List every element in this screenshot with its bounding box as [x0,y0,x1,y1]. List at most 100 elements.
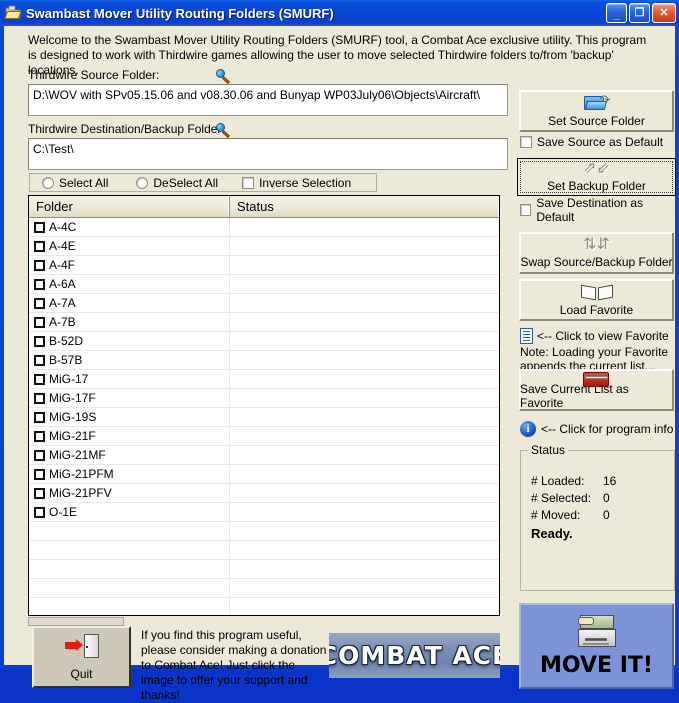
view-favorite-link[interactable]: <-- Click to view Favorite [520,328,669,344]
list-header: Folder Status [29,196,499,218]
table-row[interactable]: A-4E [29,237,499,256]
maximize-button[interactable]: ❐ [629,3,650,23]
save-source-as-default-checkbox[interactable]: Save Source as Default [520,135,663,149]
row-checkbox[interactable] [34,430,45,442]
horizontal-scrollbar[interactable] [28,617,124,626]
folder-list[interactable]: Folder Status A-4C A-4E A-4F A-6A A-7A A-7B B-… [28,195,500,616]
row-checkbox[interactable] [34,259,45,271]
cell-status [230,370,499,388]
folder-icon [4,4,22,22]
magnifier-icon[interactable] [216,69,231,84]
cell-status [230,484,499,502]
select-all-label: Select All [59,175,109,190]
table-row[interactable]: MiG-21PFM [29,465,499,484]
row-checkbox[interactable] [34,392,45,404]
save-destination-as-default-checkbox[interactable]: Save Destination as Default [520,196,675,224]
maximize-icon: ❐ [634,6,645,19]
table-row[interactable]: B-52D [29,332,499,351]
cell-folder: A-4F [29,256,230,274]
magnifier-handle [221,76,230,84]
row-checkbox[interactable] [34,449,45,461]
table-row[interactable]: A-4C [29,218,499,237]
set-backup-folder-button[interactable]: ⇗⇙ Set Backup Folder [517,158,676,196]
cell-status [230,598,499,615]
set-source-folder-button[interactable]: ↷ Set Source Folder [519,90,674,132]
table-row[interactable]: MiG-19S [29,408,499,427]
cell-folder: MiG-17F [29,389,230,407]
info-icon[interactable]: i [520,421,536,437]
cell-folder: MiG-21PFM [29,465,230,483]
swap-source-backup-button[interactable]: ⇅⇵ Swap Source/Backup Folder [519,232,674,274]
load-favorite-button[interactable]: Load Favorite [519,279,674,321]
table-row[interactable]: O-1E [29,503,499,522]
row-checkbox[interactable] [34,240,45,252]
double-swap-arrows-icon: ⇅⇵ [583,236,610,253]
table-row[interactable]: A-7A [29,294,499,313]
folder-name: A-7B [49,315,76,329]
save-favorite-button[interactable]: Save Current List as Favorite [519,369,674,411]
move-it-label: MOVE IT! [540,652,653,678]
file-box-icon [576,614,618,647]
table-row[interactable]: A-6A [29,275,499,294]
row-checkbox[interactable] [34,411,45,423]
row-checkbox[interactable] [34,221,45,233]
table-row[interactable]: MiG-21MF [29,446,499,465]
cell-status [230,465,499,483]
table-row-empty [29,541,499,560]
moved-label: # Moved: [531,508,581,522]
deselect-all-label: DeSelect All [153,175,219,190]
folder-name: B-52D [49,334,84,348]
table-row[interactable]: A-7B [29,313,499,332]
column-header-folder[interactable]: Folder [29,196,230,217]
table-row-empty [29,560,499,579]
table-row[interactable]: B-57B [29,351,499,370]
folder-name: MiG-21MF [49,448,106,462]
list-rows: A-4C A-4E A-4F A-6A A-7A A-7B B-52D B-57B MiG-17… [29,218,499,615]
cell-status [230,522,499,540]
column-header-status[interactable]: Status [230,196,499,217]
deselect-all-radio[interactable]: DeSelect All [136,176,218,190]
cell-folder [29,579,230,597]
table-row-empty [29,579,499,598]
close-button[interactable]: ✕ [652,3,676,23]
table-row[interactable]: A-4F [29,256,499,275]
select-all-radio[interactable]: Select All [42,176,108,190]
cell-folder: A-4E [29,237,230,255]
quit-button[interactable]: Quit [32,626,131,688]
save-destination-as-default-label: Save Destination as Default [536,196,644,224]
row-checkbox[interactable] [34,335,45,347]
document-icon[interactable] [520,328,533,344]
destination-folder-input[interactable]: C:\Test\ [28,138,508,170]
move-it-button[interactable]: MOVE IT! [519,603,674,689]
title-bar: Swambast Mover Utility Routing Folders (… [0,0,679,26]
magnifier-icon[interactable] [216,123,231,138]
folder-name: MiG-17 [49,372,89,386]
table-row[interactable]: MiG-17F [29,389,499,408]
cell-folder: A-6A [29,275,230,293]
folder-name: MiG-21PFM [49,467,114,481]
selected-label: # Selected: [531,491,592,505]
cell-status [230,389,499,407]
row-checkbox[interactable] [34,297,45,309]
combat-ace-banner[interactable]: COMBAT ACE [329,633,500,678]
row-checkbox[interactable] [34,487,45,499]
table-row[interactable]: MiG-21F [29,427,499,446]
program-info-label: <-- Click for program info [541,422,674,436]
row-checkbox[interactable] [34,373,45,385]
row-checkbox[interactable] [34,468,45,480]
table-row[interactable]: MiG-21PFV [29,484,499,503]
folder-name: A-6A [49,277,76,291]
row-checkbox[interactable] [34,316,45,328]
row-checkbox[interactable] [34,506,45,518]
open-book-icon [580,284,613,301]
row-checkbox[interactable] [34,278,45,290]
row-checkbox[interactable] [34,354,45,366]
minimize-button[interactable]: _ [606,3,627,23]
inverse-selection-checkbox[interactable]: Inverse Selection [242,176,351,190]
table-row[interactable]: MiG-17 [29,370,499,389]
selection-toolbar: Select All DeSelect All Inverse Selectio… [29,173,377,192]
source-folder-input[interactable]: D:\WOV with SPv05.15.06 and v08.30.06 an… [28,84,508,116]
program-info-link[interactable]: i <-- Click for program info [520,421,673,437]
radio-indicator [136,176,149,189]
cell-status [230,579,499,597]
